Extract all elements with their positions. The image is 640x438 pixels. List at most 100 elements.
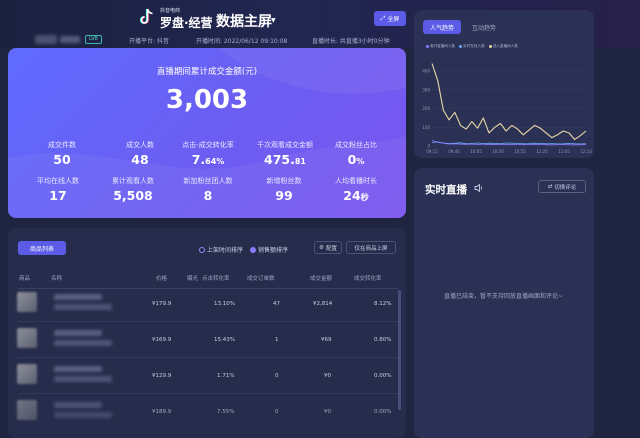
click-conv-cell: 15.43% xyxy=(214,337,235,343)
price-cell: ¥129.9 xyxy=(152,373,172,379)
metric-items-sold: 成交件数 50 xyxy=(48,141,76,167)
amount-cell: ¥2,814 xyxy=(313,301,333,307)
brand-subtitle: 抖音电商 xyxy=(160,8,181,14)
column-header: 商品 xyxy=(19,276,31,282)
account-name-redacted xyxy=(60,36,80,43)
legend-item: 进入直播间人数 xyxy=(488,44,518,49)
radio-selected-icon xyxy=(250,246,256,253)
price-cell: ¥169.9 xyxy=(152,337,172,343)
column-header: 曝光 xyxy=(187,276,199,282)
chart-legend: 离开直播间人数 实时在线人数 进入直播间人数 xyxy=(426,44,518,49)
metric-avg-watch-time: 人均看播时长 24秒 xyxy=(335,177,377,203)
metric-avg-online: 平均在线人数 17 xyxy=(37,177,79,203)
x-tick-label: 10:30 xyxy=(492,149,504,154)
live-card: 实时直播 ⇄ 切换评论 直播已结束，暂不支持回放直播画面和评论~ xyxy=(414,168,594,438)
metric-new-fan-club: 新加粉丝团人数 8 xyxy=(183,177,233,203)
series-line xyxy=(431,140,587,146)
table-row[interactable]: ¥189.9 7.55% 0 ¥0 0.00% xyxy=(8,394,406,430)
page-title[interactable]: 数据主屏 xyxy=(216,11,272,31)
amount-cell: ¥0 xyxy=(324,373,331,379)
column-header: 成交订单数 xyxy=(247,276,275,282)
tab-popularity-trend[interactable]: 人气趋势 xyxy=(423,20,461,34)
product-name-redacted xyxy=(54,304,112,310)
avatar xyxy=(35,35,57,44)
swap-icon: ⇄ xyxy=(547,183,553,190)
live-ended-message: 直播已结束，暂不支持回放直播画面和评论~ xyxy=(444,293,564,300)
y-tick-label: 100 xyxy=(422,125,430,130)
start-time-info: 开播时间: 2022/06/12 09:10:08 xyxy=(196,38,288,45)
table-scrollbar[interactable] xyxy=(398,290,401,410)
amount-cell: ¥0 xyxy=(324,409,331,415)
product-name-redacted xyxy=(54,366,102,372)
expand-icon: ⤢ xyxy=(380,14,386,22)
sort-by-listing-time[interactable]: 上架时间排序 xyxy=(199,245,243,254)
gmv-label: 直播期间累计成交金额(元) xyxy=(156,67,258,77)
product-name-redacted xyxy=(54,330,102,336)
product-name-redacted xyxy=(54,402,102,408)
live-title: 实时直播 xyxy=(425,184,467,196)
column-header: 价格 xyxy=(156,276,168,282)
summary-card: 直播期间累计成交金额(元) 3,003 成交件数 50 成交人数 48 点击-成… xyxy=(8,48,406,218)
orders-cell: 0 xyxy=(275,409,279,415)
product-thumbnail xyxy=(17,364,37,384)
x-tick-label: 10:55 xyxy=(514,149,526,154)
product-name-redacted xyxy=(54,340,112,346)
onscreen-only-button[interactable]: 仅在商品上屏 xyxy=(346,241,396,254)
price-cell: ¥179.9 xyxy=(152,301,172,307)
x-tick-label: 09:40 xyxy=(448,149,460,154)
legend-item: 实时在线人数 xyxy=(459,44,485,49)
gmv-value: 3,003 xyxy=(165,85,249,115)
switch-comments-button[interactable]: ⇄ 切换评论 xyxy=(538,180,586,193)
metric-click-conversion: 点击-成交转化率 7.64% xyxy=(182,141,234,167)
metric-total-viewers: 累计观看人数 5,508 xyxy=(112,177,154,203)
y-tick-label: 300 xyxy=(422,87,430,92)
table-row[interactable]: ¥169.9 15.43% 1 ¥69 0.80% xyxy=(8,322,406,358)
series-line xyxy=(431,63,587,140)
popularity-line-chart: 400 300 200 100 009:15 09:40 10:05 10:30 10:55 11… xyxy=(422,63,592,154)
x-tick-label: 10:05 xyxy=(470,149,482,154)
metric-fan-ratio: 成交粉丝占比 0% xyxy=(335,141,377,167)
tab-product-list[interactable]: 商品列表 xyxy=(18,241,66,255)
chevron-down-icon[interactable]: ▼ xyxy=(271,17,276,24)
table-row[interactable]: ¥129.9 1.71% 0 ¥0 0.00% xyxy=(8,358,406,394)
trend-card: 人气趋势 互动趋势 离开直播间人数 实时在线人数 进入直播间人数 400 300 2… xyxy=(414,10,594,158)
legend-item: 离开直播间人数 xyxy=(426,44,455,49)
x-tick-label: 11:20 xyxy=(536,149,548,154)
conv-cell: 8.12% xyxy=(374,301,392,307)
product-thumbnail xyxy=(17,328,37,348)
level-badge: LV8 xyxy=(85,35,102,44)
orders-cell: 0 xyxy=(275,373,279,379)
click-conv-cell: 1.71% xyxy=(217,373,235,379)
tab-interaction-trend[interactable]: 互动趋势 xyxy=(464,20,504,34)
product-thumbnail xyxy=(17,400,37,420)
column-header: 成交转化率 xyxy=(354,276,382,282)
platform-info: 开播平台: 抖音 xyxy=(129,38,169,45)
y-tick-label: 400 xyxy=(422,69,430,74)
y-tick-label: 200 xyxy=(422,106,430,111)
sort-by-sales[interactable]: 销售额排序 xyxy=(250,245,288,254)
table-row[interactable]: ¥179.9 13.10% 47 ¥2,814 8.12% xyxy=(8,286,406,322)
click-conv-cell: 13.10% xyxy=(214,301,235,307)
duration-info: 直播时长: 共直播3小时0分钟 xyxy=(312,38,390,45)
price-cell: ¥189.9 xyxy=(152,409,172,415)
conv-cell: 0.00% xyxy=(374,373,392,379)
fullscreen-label: 全屏 xyxy=(387,16,400,23)
brand-name: 罗盘·经营 xyxy=(160,16,213,30)
conv-cell: 0.80% xyxy=(374,337,392,343)
config-button[interactable]: ⚙ 配置 xyxy=(314,241,342,254)
product-name-redacted xyxy=(54,412,112,418)
amount-cell: ¥69 xyxy=(321,337,332,343)
column-header: 名称 xyxy=(51,276,63,282)
douyin-logo-icon xyxy=(139,8,153,25)
switch-comments-label: 切换评论 xyxy=(554,184,577,191)
fullscreen-button[interactable]: ⤢ 全屏 xyxy=(374,11,406,26)
product-name-redacted xyxy=(54,376,112,382)
conv-cell: 0.00% xyxy=(374,409,392,415)
column-header: 成交金额 xyxy=(310,276,333,282)
product-list-card: 商品列表 上架时间排序 销售额排序 ⚙ 配置 仅在商品上屏 商品 名称 价格 曝… xyxy=(8,228,406,438)
product-name-redacted xyxy=(54,294,102,300)
speaker-icon[interactable] xyxy=(474,183,484,193)
radio-icon xyxy=(199,246,205,253)
metric-new-followers: 新增粉丝数 99 xyxy=(266,177,302,203)
orders-cell: 1 xyxy=(275,337,279,343)
